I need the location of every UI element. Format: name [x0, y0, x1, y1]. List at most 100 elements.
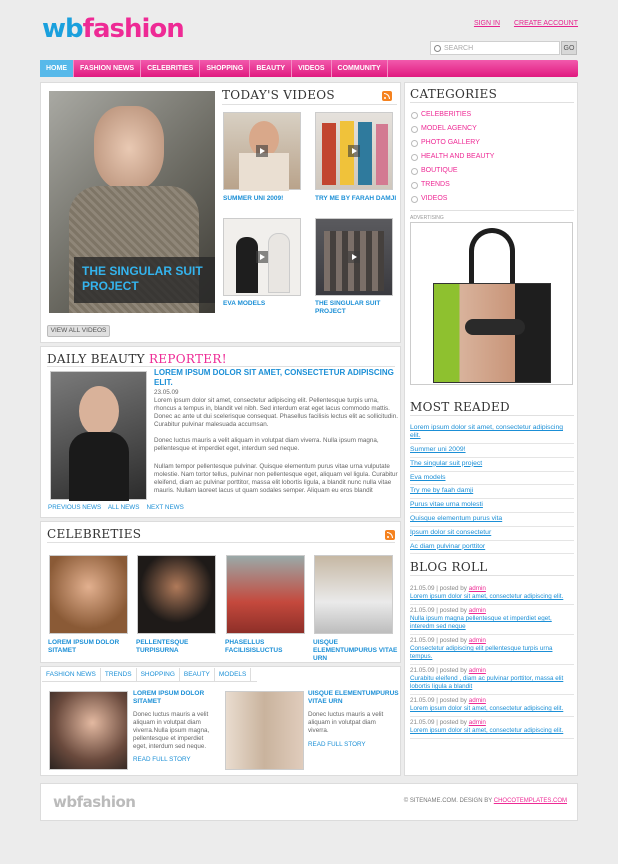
blog-author-link[interactable]: admin [469, 637, 486, 644]
footer-logo[interactable]: wbfashion [53, 793, 136, 811]
video-caption[interactable]: THE SINGULAR SUIT PROJECT [315, 300, 395, 316]
blog-author-link[interactable]: admin [469, 585, 486, 592]
news-title[interactable]: UISQUE ELEMENTUMPURUS VITAE URN [308, 690, 400, 706]
blog-author-link[interactable]: admin [469, 719, 486, 726]
site-logo[interactable]: wbfashion [42, 14, 185, 44]
nav-shopping[interactable]: SHOPPING [200, 60, 251, 77]
video-caption[interactable]: EVA MODELS [223, 300, 303, 308]
category-item[interactable]: CELEBERITIES [411, 108, 494, 122]
most-readed-link[interactable]: Summer uni 2009! [410, 446, 466, 453]
feature-caption[interactable]: THE SINGULAR SUIT PROJECT [74, 257, 215, 303]
blog-meta: 21.05.09 | posted by admin [410, 585, 574, 593]
most-readed-link[interactable]: Try me by faah damji [410, 487, 473, 494]
blog-entry-link[interactable]: Nulla ipsum magna pellentesque et imperd… [410, 615, 574, 631]
blog-meta-prefix: 21.05.09 | posted by [410, 637, 469, 644]
video-thumb[interactable] [223, 218, 301, 296]
blog-entry-link[interactable]: Lorem ipsum dolor sit amet, consectetur … [410, 727, 574, 735]
next-news-link[interactable]: NEXT NEWS [146, 504, 183, 511]
all-news-link[interactable]: ALL NEWS [108, 504, 140, 511]
news-thumb[interactable] [225, 691, 304, 770]
video-caption[interactable]: TRY ME BY FARAH DAMJI [315, 195, 399, 203]
blog-author-link[interactable]: admin [469, 697, 486, 704]
category-item[interactable]: BOUTIQUE [411, 164, 494, 178]
nav-community[interactable]: COMMUNITY [332, 60, 388, 77]
most-readed-link[interactable]: Purus vitae urna molesti [410, 501, 483, 508]
blog-entry-link[interactable]: Curabitu eleifend , diam ac pulvinar por… [410, 675, 574, 691]
celeb-thumb[interactable] [314, 555, 393, 634]
beauty-headline[interactable]: LOREM IPSUM DOLOR SIT AMET, CONSECTETUR … [154, 368, 398, 388]
search-go-button[interactable]: GO [561, 41, 577, 55]
celeb-caption[interactable]: PELLENTESQUE TURPISURNA [136, 639, 220, 655]
most-readed-link[interactable]: Ipsum dolor sit consectetur [410, 529, 491, 536]
nav-beauty[interactable]: BEAUTY [250, 60, 293, 77]
blog-meta-prefix: 21.05.09 | posted by [410, 585, 469, 592]
beauty-image[interactable] [50, 371, 147, 501]
create-account-link[interactable]: CREATE ACCOUNT [514, 20, 578, 27]
tab-fashion-news[interactable]: FASHION NEWS [42, 668, 101, 681]
most-readed-link[interactable]: Ac diam pulvinar porttitor [410, 543, 485, 550]
blog-meta: 21.05.09 | posted by admin [410, 637, 574, 645]
category-item[interactable]: PHOTO GALLERY [411, 136, 494, 150]
blog-entry-link[interactable]: Consectetur adipiscing elit pellentesque… [410, 645, 574, 661]
ad-banner[interactable] [410, 222, 573, 385]
blog-author-link[interactable]: admin [469, 667, 486, 674]
designer-link[interactable]: CHOCOTEMPLATES.COM [494, 798, 567, 804]
sign-in-link[interactable]: SIGN IN [474, 20, 500, 27]
blog-meta: 21.05.09 | posted by admin [410, 607, 574, 615]
celeb-caption[interactable]: PHASELLUS FACILISISLUCTUS [225, 639, 309, 655]
view-all-videos-button[interactable]: VIEW ALL VIDEOS [47, 325, 110, 337]
read-full-story-link[interactable]: READ FULL STORY [308, 741, 366, 748]
category-item[interactable]: VIDEOS [411, 192, 494, 206]
video-thumb[interactable] [315, 218, 393, 296]
nav-fashion-news[interactable]: FASHION NEWS [74, 60, 142, 77]
celeb-caption[interactable]: LOREM IPSUM DOLOR SITAMET [48, 639, 132, 655]
blog-meta-prefix: 21.05.09 | posted by [410, 607, 469, 614]
category-item[interactable]: MODEL AGENCY [411, 122, 494, 136]
tab-shopping[interactable]: SHOPPING [137, 668, 180, 681]
celeb-caption[interactable]: UISQUE ELEMENTUMPURUS VITAE URN [313, 639, 399, 663]
copyright-text: © SITENAME.COM. DESIGN BY [403, 798, 494, 804]
rss-icon[interactable] [385, 530, 395, 540]
most-readed-link[interactable]: Lorem ipsum dolor sit amet, consectetur … [410, 423, 574, 443]
videos-title: TODAY'S VIDEOS [222, 88, 335, 102]
feature-title: THE SINGULAR SUIT PROJECT [82, 264, 203, 293]
beauty-title-a: DAILY BEAUTY [47, 352, 149, 366]
most-readed-item: Eva models [410, 472, 574, 486]
most-readed-item: Quisque elementum purus vita [410, 513, 574, 527]
beauty-paragraph-2: Donec luctus mauris a velit aliquam in v… [154, 437, 379, 452]
video-caption[interactable]: SUMMER UNI 2009! [223, 195, 303, 203]
beauty-panel: DAILY BEAUTY REPORTER! LOREM IPSUM DOLOR… [40, 346, 401, 518]
celeb-thumb[interactable] [137, 555, 216, 634]
most-readed-link[interactable]: Eva models [410, 474, 446, 481]
category-item[interactable]: HEALTH AND BEAUTY [411, 150, 494, 164]
category-item[interactable]: TRENDS [411, 178, 494, 192]
news-title[interactable]: LOREM IPSUM DOLOR SITAMET [133, 690, 218, 706]
tab-beauty[interactable]: BEAUTY [180, 668, 215, 681]
nav-home[interactable]: HOME [40, 60, 74, 77]
blog-author-link[interactable]: admin [469, 607, 486, 614]
nav-videos[interactable]: VIDEOS [292, 60, 332, 77]
rss-icon[interactable] [382, 91, 392, 101]
blog-meta: 21.05.09 | posted by admin [410, 697, 574, 705]
blog-entry: 21.05.09 | posted by admin Lorem ipsum do… [410, 717, 574, 739]
nav-celebrities[interactable]: CELEBRITIES [141, 60, 201, 77]
blog-entry-link[interactable]: Lorem ipsum dolor sit amet, consectetur … [410, 593, 574, 601]
celeb-thumb[interactable] [226, 555, 305, 634]
news-thumb[interactable] [49, 691, 128, 770]
tab-trends[interactable]: TRENDS [101, 668, 137, 681]
tab-models[interactable]: MODELS [215, 668, 252, 681]
blog-entry-link[interactable]: Lorem ipsum dolor sit amet, consectetur … [410, 705, 574, 713]
most-readed-link[interactable]: The singular suit project [410, 460, 482, 467]
video-thumb[interactable] [315, 112, 393, 190]
celebs-panel: CELEBRETIES LOREM IPSUM DOLOR SITAMET PE… [40, 521, 401, 663]
celeb-thumb[interactable] [49, 555, 128, 634]
most-readed-link[interactable]: Quisque elementum purus vita [410, 515, 502, 522]
ad-label: ADVERTISING [410, 215, 444, 221]
read-full-story-link[interactable]: READ FULL STORY [133, 756, 191, 763]
video-thumb[interactable] [223, 112, 301, 191]
previous-news-link[interactable]: PREVIOUS NEWS [48, 504, 101, 511]
search-input[interactable]: SEARCH [430, 41, 560, 55]
most-readed-item: Try me by faah damji [410, 485, 574, 500]
blog-entry: 21.05.09 | posted by admin Lorem ipsum do… [410, 583, 574, 605]
feature-image[interactable]: THE SINGULAR SUIT PROJECT [49, 91, 215, 313]
